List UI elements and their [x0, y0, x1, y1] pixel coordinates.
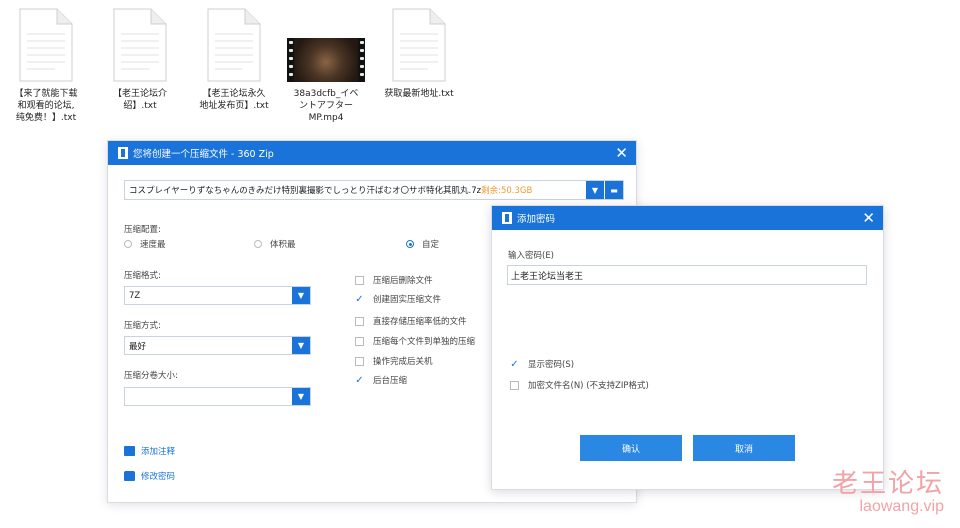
option-label: 操作完成后关机: [373, 357, 433, 367]
encrypt-filenames-label: 加密文件名(N) (不支持ZIP格式): [528, 381, 649, 391]
dialog-title: 您将创建一个压缩文件 - 360 Zip: [133, 149, 274, 160]
checkbox-icon: [355, 316, 364, 326]
zip-app-icon: [502, 212, 512, 224]
radio-icon: [124, 240, 132, 248]
format-value: 7Z: [129, 290, 141, 301]
method-value: 最好: [129, 341, 147, 352]
chevron-down-icon[interactable]: ▼: [586, 181, 604, 199]
checkmark-icon: ✓: [355, 374, 364, 386]
chevron-down-icon: ▼: [292, 287, 310, 304]
option-delete-after[interactable]: 压缩后删除文件: [355, 274, 433, 286]
watermark-logo-text: 老王论坛: [831, 469, 944, 499]
add-password-dialog: 添加密码 ✕ 输入密码(E) 上老王论坛当老王 ✓ 显示密码(S) 加密文件名(…: [491, 205, 884, 490]
file-name: 获取最新地址.txt: [384, 89, 454, 99]
dialog-title: 添加密码: [517, 214, 556, 225]
archive-path-field[interactable]: コスプレイヤーりずなちゃんのきみだけ特別裏撮影でしっとり汗ばむオ〇サボ特化其肌丸…: [124, 180, 624, 200]
checkmark-icon: ✓: [355, 293, 364, 305]
radio-custom[interactable]: 自定: [406, 238, 439, 250]
method-label: 压缩方式:: [124, 321, 161, 331]
radio-icon: [254, 240, 262, 248]
password-input-label: 输入密码(E): [508, 251, 555, 261]
option-separate-archives[interactable]: 压缩每个文件到单独的压缩: [355, 335, 475, 347]
text-file-icon: [392, 8, 446, 82]
chevron-down-icon: ▼: [292, 388, 310, 405]
encrypt-filenames-checkbox[interactable]: 加密文件名(N) (不支持ZIP格式): [510, 379, 649, 391]
dialog-titlebar: 您将创建一个压缩文件 - 360 Zip ✕: [108, 141, 636, 165]
option-label: 压缩每个文件到单独的压缩: [373, 337, 476, 347]
desktop-file-4[interactable]: 38a3dcfb_イベ ントアフター MP.mp4: [280, 8, 372, 124]
method-select[interactable]: 最好 ▼: [124, 336, 311, 355]
option-label: 创建固实压缩文件: [373, 295, 442, 305]
option-shutdown[interactable]: 操作完成后关机: [355, 355, 433, 367]
checkmark-icon: ✓: [510, 358, 519, 370]
radio-speed[interactable]: 速度最: [124, 238, 166, 250]
video-thumbnail-icon: [287, 38, 365, 82]
free-space: 剩余:50.3GB: [481, 186, 533, 196]
option-label: 直接存储压缩率低的文件: [373, 317, 467, 327]
chevron-down-icon: ▼: [292, 337, 310, 354]
desktop-file-1[interactable]: 【来了就能下载 和观看的论坛, 纯免费！】.txt: [0, 8, 92, 124]
radio-size[interactable]: 体积最: [254, 238, 296, 250]
password-input[interactable]: 上老王论坛当老王: [507, 265, 867, 285]
checkbox-icon: [355, 356, 364, 366]
folder-icon[interactable]: ▬: [605, 181, 623, 199]
radio-label: 自定: [422, 240, 440, 250]
file-name: 38a3dcfb_イベ ントアフター MP.mp4: [293, 89, 359, 123]
text-file-icon: [113, 8, 167, 82]
radio-label: 速度最: [140, 240, 166, 250]
option-solid-archive[interactable]: ✓ 创建固实压缩文件: [355, 293, 442, 306]
option-label: 后台压缩: [373, 376, 408, 386]
format-select[interactable]: 7Z ▼: [124, 286, 311, 305]
desktop-file-5[interactable]: 获取最新地址.txt: [373, 8, 465, 100]
checkbox-icon: [355, 275, 364, 285]
checkbox-icon: [510, 380, 519, 390]
lock-icon: [124, 471, 135, 481]
text-file-icon: [207, 8, 261, 82]
option-background[interactable]: ✓ 后台压缩: [355, 374, 408, 387]
desktop-file-3[interactable]: 【老王论坛永久 地址发布页】.txt: [188, 8, 280, 112]
config-label: 压缩配置:: [124, 225, 161, 235]
desktop-file-2[interactable]: 【老王论坛介 绍】.txt: [94, 8, 186, 112]
option-label: 压缩后删除文件: [373, 276, 433, 286]
comment-icon: [124, 446, 135, 456]
show-password-label: 显示密码(S): [528, 360, 575, 370]
add-comment-label: 添加注释: [141, 447, 176, 457]
file-name: 【老王论坛介 绍】.txt: [112, 89, 167, 111]
option-store-low-ratio[interactable]: 直接存储压缩率低的文件: [355, 315, 467, 327]
file-name: 【来了就能下载 和观看的论坛, 纯免费！】.txt: [14, 89, 78, 123]
format-label: 压缩格式:: [124, 271, 161, 281]
text-file-icon: [19, 8, 73, 82]
confirm-button[interactable]: 确认: [580, 435, 682, 461]
volume-select[interactable]: ▼: [124, 387, 311, 406]
add-comment-link[interactable]: 添加注释: [124, 445, 175, 457]
password-value: 上老王论坛当老王: [511, 271, 584, 282]
watermark-url: laowang.vip: [859, 498, 945, 515]
zip-app-icon: [118, 147, 128, 159]
checkbox-icon: [355, 336, 364, 346]
volume-label: 压缩分卷大小:: [124, 371, 178, 381]
dialog-titlebar: 添加密码 ✕: [492, 206, 883, 230]
archive-path: コスプレイヤーりずなちゃんのきみだけ特別裏撮影でしっとり汗ばむオ〇サボ特化其肌丸…: [129, 186, 482, 196]
close-icon[interactable]: ✕: [615, 144, 628, 162]
cancel-button[interactable]: 取消: [693, 435, 795, 461]
change-password-link[interactable]: 修改密码: [124, 470, 175, 482]
radio-label: 体积最: [270, 240, 296, 250]
close-icon[interactable]: ✕: [862, 209, 875, 227]
show-password-checkbox[interactable]: ✓ 显示密码(S): [510, 358, 575, 371]
radio-selected-icon: [406, 240, 414, 248]
file-name: 【老王论坛永久 地址发布页】.txt: [199, 89, 269, 111]
change-password-label: 修改密码: [141, 472, 176, 482]
